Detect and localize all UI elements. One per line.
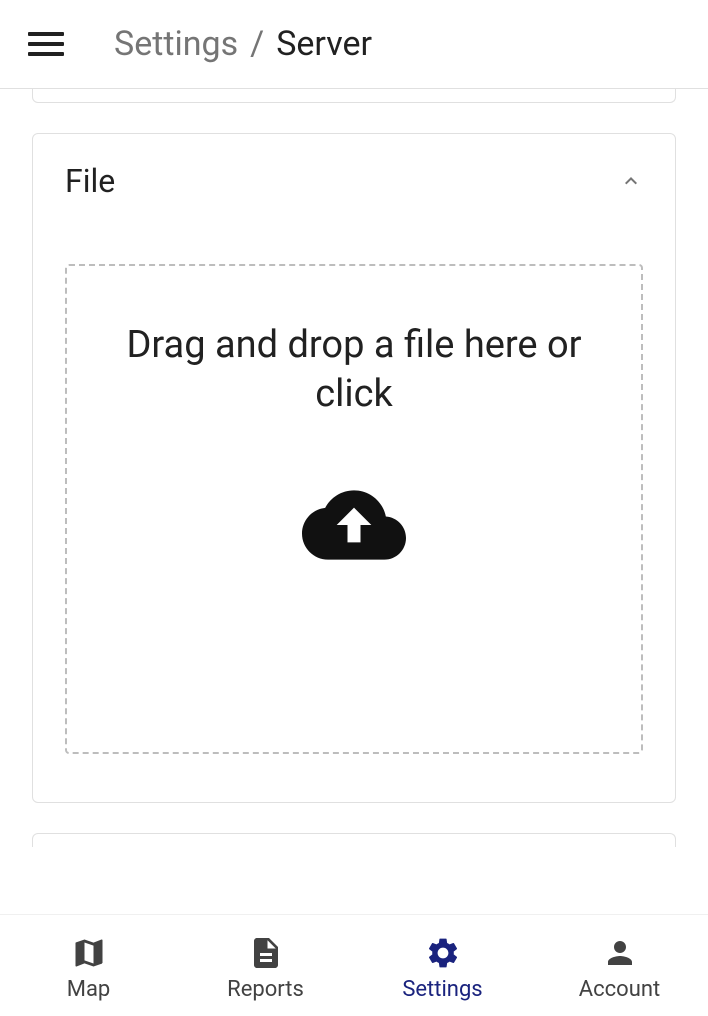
file-card-body: Drag and drop a file here or click xyxy=(33,224,675,802)
file-card-header[interactable]: File xyxy=(33,134,675,224)
settings-icon xyxy=(425,935,461,971)
breadcrumb-current: Server xyxy=(276,24,372,64)
content-area: File Drag and drop a file here or click xyxy=(0,89,708,847)
nav-item-account[interactable]: Account xyxy=(531,935,708,1002)
cloud-upload-icon xyxy=(302,490,406,564)
dropzone-text: Drag and drop a file here or click xyxy=(87,321,621,420)
nav-label-reports: Reports xyxy=(227,977,304,1002)
previous-card-edge xyxy=(32,89,676,103)
breadcrumb-parent[interactable]: Settings xyxy=(114,24,238,64)
breadcrumb: Settings / Server xyxy=(114,24,372,64)
nav-item-reports[interactable]: Reports xyxy=(177,935,354,1002)
chevron-up-icon xyxy=(619,169,643,193)
breadcrumb-separator: / xyxy=(250,24,264,64)
nav-item-settings[interactable]: Settings xyxy=(354,935,531,1002)
map-icon xyxy=(71,935,107,971)
account-icon xyxy=(602,935,638,971)
next-card-edge xyxy=(32,833,676,847)
nav-item-map[interactable]: Map xyxy=(0,935,177,1002)
app-header: Settings / Server xyxy=(0,0,708,89)
nav-label-settings: Settings xyxy=(402,977,482,1002)
file-dropzone[interactable]: Drag and drop a file here or click xyxy=(65,264,643,754)
bottom-nav: Map Reports Settings Account xyxy=(0,914,708,1016)
nav-label-account: Account xyxy=(579,977,660,1002)
menu-icon[interactable] xyxy=(28,32,64,56)
file-card-title: File xyxy=(65,162,115,200)
reports-icon xyxy=(248,935,284,971)
nav-label-map: Map xyxy=(67,977,111,1002)
file-card: File Drag and drop a file here or click xyxy=(32,133,676,803)
